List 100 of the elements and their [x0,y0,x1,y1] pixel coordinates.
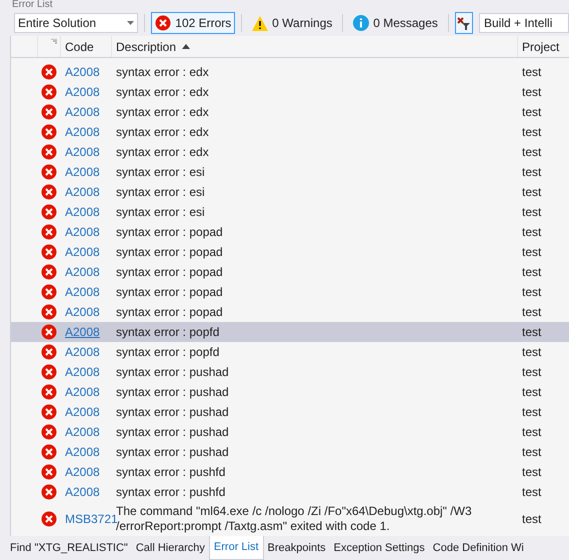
panel-tab[interactable]: Code Definition Wi [428,536,528,560]
project-name: test [522,305,542,319]
error-row[interactable]: A2008 syntax error : popfd test [11,322,569,342]
error-row[interactable]: A2008 syntax error : edx test [11,82,569,102]
project-name: test [522,145,542,159]
error-description: syntax error : edx [116,64,209,78]
warning-icon [252,16,268,30]
error-code-link[interactable]: A2008 [65,145,100,159]
error-code-link[interactable]: A2008 [65,185,100,199]
error-code-link[interactable]: A2008 [65,245,100,259]
error-description: syntax error : edx [116,104,209,118]
error-row[interactable]: MSB3721The command "ml64.exe /c /nologo /Zi /Fo"x64\Debug\xtg.obj" /W3 /errorReport:prompt /Taxtg.asm" exited with code 1. test [11,502,569,536]
error-description: syntax error : popad [116,264,223,278]
error-row[interactable]: A2008 syntax error : edx test [11,122,569,142]
column-options-icon[interactable] [51,39,57,45]
error-description: syntax error : popad [116,284,223,298]
error-code-link[interactable]: A2008 [65,165,100,179]
project-name: test [522,325,542,339]
error-icon [41,404,57,420]
error-icon [41,364,57,380]
error-code-link[interactable]: A2008 [65,65,100,79]
panel-tab[interactable]: Exception Settings [330,536,429,560]
error-code-link[interactable]: A2008 [65,365,100,379]
project-name: test [522,245,542,259]
error-row[interactable]: A2008 syntax error : popad test [11,222,569,242]
sort-ascending-icon [182,44,190,49]
error-row[interactable]: A2008 syntax error : popad test [11,262,569,282]
error-row[interactable]: A2008 syntax error : popad test [11,242,569,262]
error-icon [41,344,57,360]
error-row[interactable]: A2008 syntax error : pushad test [11,382,569,402]
error-icon [41,304,57,320]
error-code-link[interactable]: A2008 [65,105,100,119]
error-row[interactable]: A2008 syntax error : pushad test [11,362,569,382]
error-description: syntax error : pushad [116,384,229,398]
error-row[interactable]: A2008 syntax error : esi test [11,162,569,182]
error-row[interactable]: A2008 syntax error : popfd test [11,342,569,362]
error-row[interactable]: A2008 syntax error : popad test [11,282,569,302]
error-row[interactable]: A2008 syntax error : popad test [11,302,569,322]
filter-button[interactable] [454,12,473,34]
error-row[interactable]: A2008 syntax error : pushad test [11,442,569,462]
error-icon [41,244,57,260]
error-description: syntax error : esi [116,164,205,178]
error-code-link[interactable]: A2008 [65,125,100,139]
project-name: test [522,465,542,479]
error-description: syntax error : popad [116,244,223,258]
scope-dropdown[interactable]: Entire Solution [14,13,138,33]
error-icon [41,264,57,280]
error-row[interactable]: A2008 syntax error : esi test [11,182,569,202]
error-row[interactable]: A2008 syntax error : pushad test [11,402,569,422]
error-code-link[interactable]: A2008 [65,445,100,459]
error-row[interactable]: A2008 syntax error : pushad test [11,422,569,442]
error-row[interactable]: A2008 syntax error : edx test [11,142,569,162]
errors-toggle[interactable]: 102 Errors [151,12,236,34]
project-name: test [522,345,542,359]
info-icon [353,15,370,31]
warnings-toggle[interactable]: 0 Warnings [248,12,336,34]
error-code-link[interactable]: A2008 [65,485,100,499]
caret-icon [127,21,134,25]
error-code-link[interactable]: MSB3721 [65,512,118,526]
error-code-link[interactable]: A2008 [65,465,100,479]
column-header[interactable]: Project [518,36,569,57]
panel-tab[interactable]: Call Hierarchy [132,536,209,560]
error-row[interactable]: A2008 syntax error : pushfd test [11,482,569,502]
error-code-link[interactable]: A2008 [65,385,100,399]
error-row[interactable]: A2008 syntax error : esi test [11,202,569,222]
error-description: syntax error : pushfd [116,484,226,498]
error-code-link[interactable]: A2008 [65,345,100,359]
error-icon [41,144,57,160]
error-description: syntax error : pushad [116,364,229,378]
error-code-link[interactable]: A2008 [65,205,100,219]
error-icon [41,64,57,80]
error-code-link[interactable]: A2008 [65,425,100,439]
error-code-link[interactable]: A2008 [65,225,100,239]
error-code-link[interactable]: A2008 [65,405,100,419]
project-name: test [522,445,542,459]
error-code-link[interactable]: A2008 [65,85,100,99]
error-icon [41,484,57,500]
messages-toggle[interactable]: 0 Messages [349,12,442,34]
error-description: syntax error : popfd [116,344,220,358]
error-code-link[interactable]: A2008 [65,265,100,279]
source-dropdown[interactable]: Build + Intelli [479,13,569,33]
error-row[interactable]: A2008 syntax error : edx test [11,102,569,122]
project-name: test [522,265,542,279]
error-icon [41,204,57,220]
error-description: syntax error : edx [116,84,209,98]
error-row[interactable]: A2008 syntax error : pushfd test [11,462,569,482]
panel-tab[interactable]: Breakpoints [264,536,330,560]
error-description: syntax error : edx [116,124,209,138]
panel-tab[interactable]: Error List [208,536,264,560]
error-code-link[interactable]: A2008 [65,285,100,299]
column-header[interactable]: Code [61,36,112,57]
panel-tab[interactable]: Find "XTG_REALISTIC" [6,536,132,560]
error-icon [41,284,57,300]
error-description: syntax error : pushad [116,444,229,458]
filter-icon [456,16,471,30]
error-code-link[interactable]: A2008 [65,305,100,319]
project-name: test [522,385,542,399]
column-header[interactable]: Description [112,36,518,57]
project-name: test [522,485,542,499]
error-row[interactable]: A2008 syntax error : edx test [11,62,569,82]
